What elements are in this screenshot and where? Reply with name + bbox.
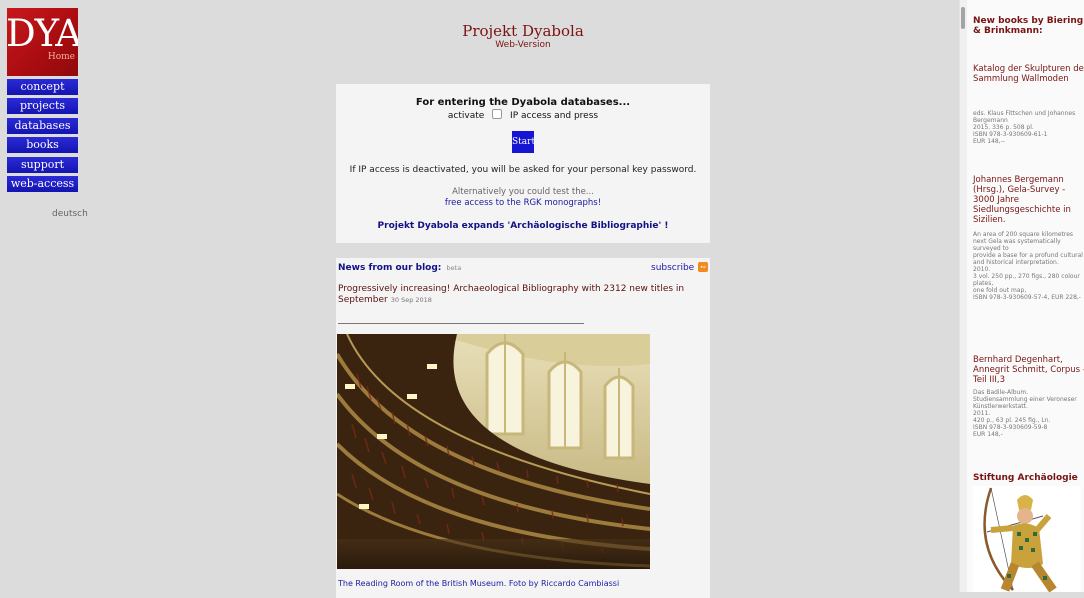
logo-home-text: Home [47,52,75,62]
page-subtitle: Web-Version [495,40,551,50]
subscribe-link[interactable]: subscribe [651,263,694,273]
photo-caption-link[interactable]: The Reading Room of the British Museum. … [338,579,619,588]
right-column: New books by Biering & Brinkmann: Katalo… [967,0,1084,592]
blog-heading-text: News from our blog: [338,263,442,273]
book-info-corpus: Das Badile-Album. Studiensammlung einer … [973,389,1077,438]
ip-access-line: activate IP access and press [336,109,710,121]
login-title: For entering the Dyabola databases... [415,97,631,108]
nav-books[interactable]: books [7,137,78,154]
divider [338,323,584,324]
alternative-text: Alternatively you could test the... [452,187,594,197]
beta-badge: beta [446,264,462,272]
post-date: 30 Sep 2018 [390,296,432,304]
rss-icon[interactable]: ∾ [698,262,708,272]
nav-concept[interactable]: concept [7,79,78,95]
book-info-gela-survey: An area of 200 square kilometres next Ge… [973,231,1083,301]
reading-room-photo[interactable] [337,334,650,569]
main-nav: concept projects databases books support… [7,79,78,195]
page-title: Projekt Dyabola [462,22,584,40]
scrollbar-thumb[interactable] [961,7,965,29]
book-info-wallmoden: eds. Klaus Fittschen und Johannes Bergem… [973,110,1076,145]
ip-access-label: IP access and press [510,111,599,121]
blog-section: News from our blog: beta subscribe ∾ Pro… [336,258,710,598]
blog-post-title[interactable]: Progressively increasing! Archaeological… [338,284,698,306]
nav-databases[interactable]: databases [7,117,78,134]
book-title-gela-survey[interactable]: Johannes Bergemann (Hrsg.), Gela-Survey … [973,175,1084,225]
activate-label: activate [447,111,485,121]
new-books-heading: New books by Biering & Brinkmann: [973,16,1084,36]
expands-bibliographie-link[interactable]: Projekt Dyabola expands 'Archäologische … [336,221,710,231]
post-text: Progressively increasing! Archaeological… [338,284,685,305]
ip-access-checkbox[interactable] [492,109,503,119]
key-password-note: If IP access is deactivated, you will be… [349,165,697,175]
login-box: For entering the Dyabola databases... ac… [336,84,710,243]
nav-web-access[interactable]: web-access [7,175,78,192]
language-link-deutsch[interactable]: deutsch [52,209,88,219]
book-title-wallmoden[interactable]: Katalog der Skulpturen der Sammlung Wall… [973,64,1084,84]
nav-support[interactable]: support [7,156,78,173]
logo-text: DYA [7,12,78,55]
foundation-heading: Stiftung Archäologie [973,473,1078,483]
dya-home-logo[interactable]: DYA Home [7,8,78,76]
left-sidebar: DYA Home concept projects databases book… [7,0,88,592]
start-button[interactable]: Start [512,131,535,153]
book-title-corpus[interactable]: Bernhard Degenhart, Annegrit Schmitt, Co… [973,355,1084,385]
blog-heading: News from our blog: beta [338,263,461,273]
archer-illustration[interactable] [973,486,1081,592]
nav-projects[interactable]: projects [7,98,78,115]
free-access-rgk-link[interactable]: free access to the RGK monographs! [336,198,710,208]
